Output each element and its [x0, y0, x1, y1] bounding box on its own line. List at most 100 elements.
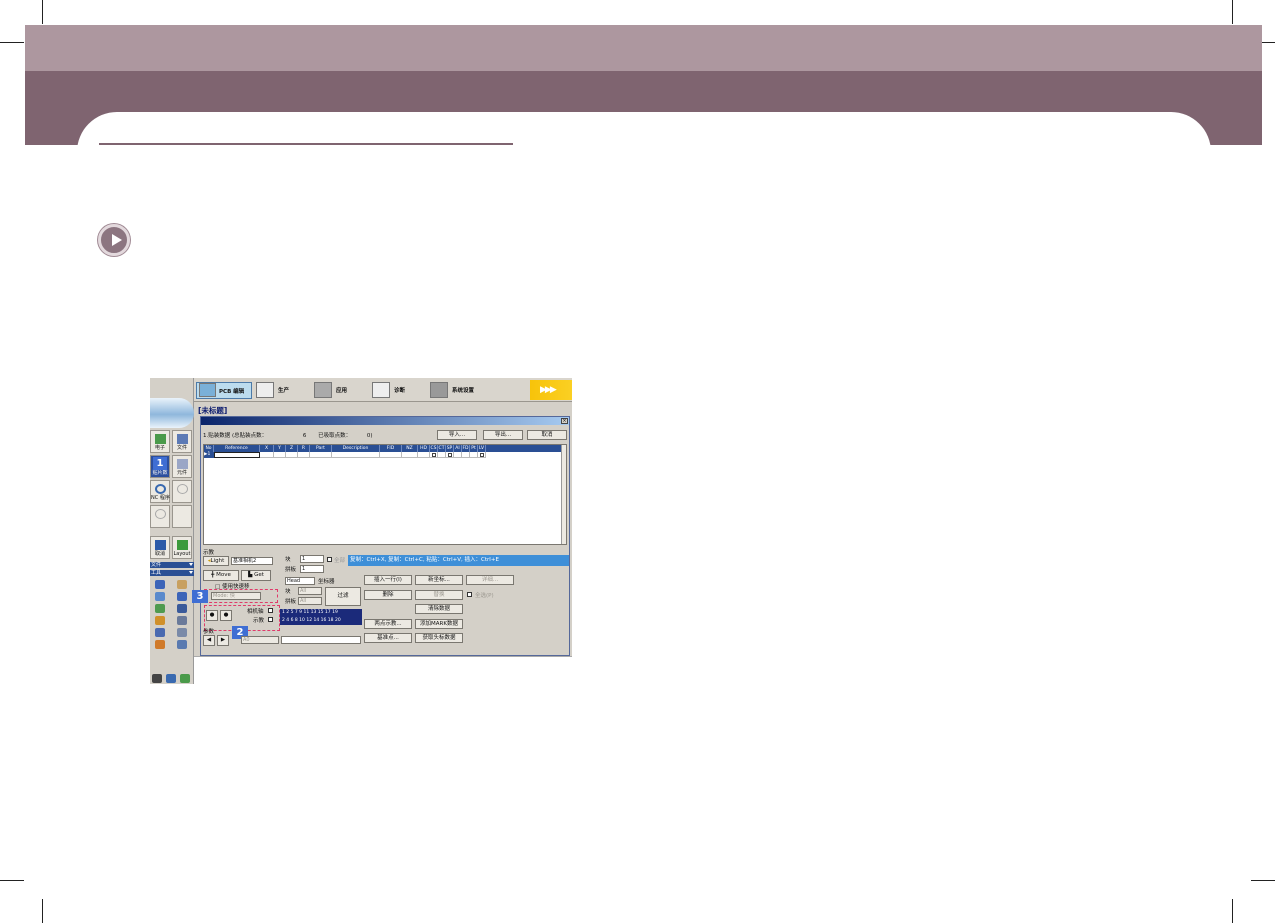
- column-header[interactable]: HD: [418, 445, 430, 452]
- column-header[interactable]: X: [260, 445, 274, 452]
- home-icon[interactable]: [155, 580, 165, 589]
- column-header[interactable]: R: [298, 445, 310, 452]
- camera-checkbox[interactable]: [268, 608, 273, 613]
- tool-icon[interactable]: [152, 674, 162, 683]
- all-checkbox[interactable]: [327, 557, 332, 562]
- prev-button[interactable]: ◀: [203, 635, 215, 646]
- sidebar-item-cancel[interactable]: 取消: [150, 536, 170, 559]
- column-header[interactable]: SP: [446, 445, 454, 452]
- add-mark-button[interactable]: 添加MARK数据: [415, 619, 463, 629]
- grid-icon[interactable]: [177, 580, 187, 589]
- tool-icon[interactable]: [166, 674, 176, 683]
- column-header[interactable]: Z: [286, 445, 298, 452]
- export-button[interactable]: 导出...: [483, 430, 523, 440]
- sidebar-item-component[interactable]: 元件: [172, 455, 192, 478]
- ref-select[interactable]: A0: [241, 636, 279, 644]
- ref-input[interactable]: [281, 636, 361, 644]
- column-header[interactable]: Pt: [470, 445, 478, 452]
- column-header[interactable]: CS: [430, 445, 438, 452]
- column-header[interactable]: LV: [478, 445, 486, 452]
- right-arrow-button[interactable]: ●: [220, 610, 232, 621]
- block-filter[interactable]: All: [298, 587, 322, 595]
- get-button[interactable]: ▙ Get: [241, 570, 271, 581]
- tool-icon[interactable]: [180, 674, 190, 683]
- clear-data-button[interactable]: 清除数据: [415, 604, 463, 614]
- table-cell[interactable]: [332, 452, 380, 458]
- close-icon[interactable]: ×: [561, 418, 568, 424]
- tool-icon[interactable]: [177, 628, 187, 637]
- row-checkbox[interactable]: [432, 453, 436, 457]
- nozzle-grid[interactable]: 1 2 5 7 9 11 13 15 17 19 2 4 6 8 10 12 1…: [280, 609, 362, 625]
- table-cell[interactable]: [418, 452, 430, 458]
- column-header[interactable]: AI: [454, 445, 462, 452]
- table-cell[interactable]: [286, 452, 298, 458]
- get-mark-button[interactable]: 获取头标数据: [415, 633, 463, 643]
- sidebar-item-file[interactable]: 文件: [172, 430, 192, 453]
- import-button[interactable]: 导入...: [437, 430, 477, 440]
- table-cell[interactable]: [298, 452, 310, 458]
- table-cell[interactable]: [454, 452, 462, 458]
- tool-icon[interactable]: [177, 604, 187, 613]
- filter-button[interactable]: 过滤: [325, 587, 361, 606]
- block-stepper[interactable]: 1: [300, 555, 324, 563]
- table-cell[interactable]: [462, 452, 470, 458]
- panel-stepper[interactable]: 1: [300, 565, 324, 573]
- table-cell[interactable]: [478, 452, 486, 458]
- column-header[interactable]: Part: [310, 445, 332, 452]
- sidebar-item-layout[interactable]: Layout: [172, 536, 192, 559]
- sidebar-item-feeder[interactable]: [150, 505, 170, 528]
- sidebar-item-board[interactable]: 电子: [150, 430, 170, 453]
- two-point-teach-button[interactable]: 两点示教...: [364, 619, 412, 629]
- column-header[interactable]: FID: [380, 445, 402, 452]
- row-checkbox[interactable]: [448, 453, 452, 457]
- column-header[interactable]: Y: [274, 445, 286, 452]
- sidebar-section-file[interactable]: 文件: [150, 562, 194, 568]
- left-arrow-button[interactable]: ●: [206, 610, 218, 621]
- table-row[interactable]: ▶1: [204, 452, 566, 458]
- tool-icon[interactable]: [177, 640, 187, 649]
- tab-pcb-edit[interactable]: PCB 编辑: [196, 382, 252, 399]
- placement-table[interactable]: No Reference X Y Z R Part Description FID NZ HD CS C…: [203, 444, 567, 545]
- tool-icon[interactable]: [155, 640, 165, 649]
- reference-cell[interactable]: [214, 452, 260, 458]
- table-cell[interactable]: [260, 452, 274, 458]
- delete-button[interactable]: 删除: [364, 590, 412, 600]
- tool-icon[interactable]: [155, 628, 165, 637]
- column-header[interactable]: FD: [462, 445, 470, 452]
- reference-point-button[interactable]: 基准点...: [364, 633, 412, 643]
- replace-button[interactable]: 替换: [415, 590, 463, 600]
- sidebar-item-blank[interactable]: [172, 505, 192, 528]
- sidebar-item-search[interactable]: [172, 480, 192, 503]
- select-all-checkbox[interactable]: [467, 592, 472, 597]
- tool-icon[interactable]: [155, 592, 165, 601]
- new-coordinate-button[interactable]: 新坐标...: [415, 575, 463, 585]
- table-cell[interactable]: [274, 452, 286, 458]
- head-select[interactable]: Head: [285, 577, 315, 585]
- camera-select[interactable]: 基准相机2: [231, 557, 273, 565]
- tab-system-settings[interactable]: 系统设置: [430, 382, 486, 399]
- next-button[interactable]: ▶: [217, 635, 229, 646]
- table-cell[interactable]: [430, 452, 438, 458]
- column-header[interactable]: NZ: [402, 445, 418, 452]
- table-cell[interactable]: [380, 452, 402, 458]
- tab-application[interactable]: 应用: [314, 382, 364, 399]
- sidebar-item-nc-program[interactable]: NC 程序: [150, 480, 170, 503]
- table-cell[interactable]: [470, 452, 478, 458]
- cancel-button[interactable]: 取消: [527, 430, 567, 440]
- table-cell[interactable]: [446, 452, 454, 458]
- panel-filter[interactable]: All: [298, 597, 322, 605]
- tab-diagnose[interactable]: 诊断: [372, 382, 422, 399]
- column-header[interactable]: No: [204, 445, 214, 452]
- sidebar-section-tools[interactable]: 工具: [150, 570, 194, 576]
- column-header[interactable]: Description: [332, 445, 380, 452]
- column-header[interactable]: Reference: [214, 445, 260, 452]
- table-cell[interactable]: [438, 452, 446, 458]
- insert-row-button[interactable]: 插入一行(I): [364, 575, 412, 585]
- speed-mode-select[interactable]: Mode: 快: [211, 592, 261, 600]
- light-button[interactable]: ◂Light: [203, 556, 229, 566]
- tool-icon[interactable]: [177, 616, 187, 625]
- tool-icon[interactable]: [155, 604, 165, 613]
- table-scrollbar[interactable]: [561, 445, 566, 544]
- teach-checkbox[interactable]: [268, 617, 273, 622]
- table-cell[interactable]: [310, 452, 332, 458]
